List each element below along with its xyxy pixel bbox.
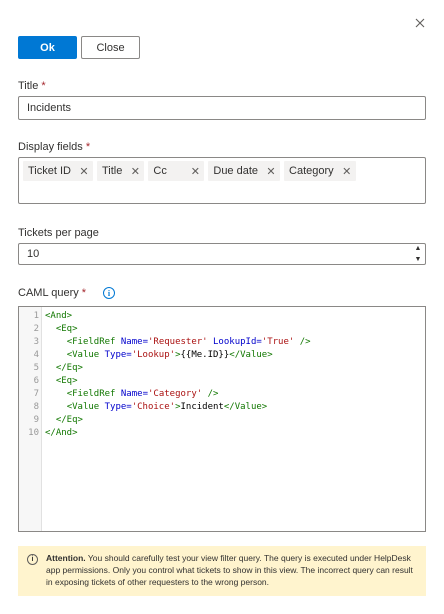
code-token: </Eq>	[55, 415, 83, 425]
code-token: 'Choice'	[131, 402, 176, 412]
code-token: <Value	[66, 402, 100, 412]
field-chip: Cc ✕	[148, 161, 205, 181]
spin-up-icon[interactable]: ▲	[415, 245, 422, 252]
remove-chip-icon[interactable]: ✕	[126, 165, 144, 178]
line-number: 9	[33, 415, 39, 425]
code-token: Incident	[180, 402, 224, 412]
number-spinner[interactable]: ▲ ▼	[411, 244, 425, 264]
remove-chip-icon[interactable]: ✕	[75, 165, 93, 178]
code-token: 'True'	[261, 337, 295, 347]
field-chip: Due date ✕	[208, 161, 281, 181]
caml-query-label: CAML query *	[18, 287, 86, 299]
code-line: 9 </Eq>	[19, 414, 83, 427]
info-circle-icon: i	[27, 554, 38, 565]
title-input[interactable]: Incidents	[18, 96, 426, 120]
field-chip: Category ✕	[284, 161, 356, 181]
code-token: LookupId=	[213, 337, 262, 347]
close-button[interactable]: Close	[81, 36, 140, 59]
remove-chip-icon[interactable]: ✕	[338, 165, 356, 178]
field-chip-label: Category	[289, 165, 334, 177]
tickets-per-page-value: 10	[27, 248, 40, 260]
line-number: 3	[33, 337, 39, 347]
close-dialog-icon[interactable]	[410, 13, 430, 33]
line-number: 10	[28, 428, 39, 438]
warning-text: You should carefully test your view filt…	[46, 553, 413, 587]
remove-chip-icon[interactable]: ✕	[262, 165, 280, 178]
code-token: Type=	[104, 402, 132, 412]
code-line: 5 </Eq>	[19, 362, 83, 375]
code-token: Type=	[104, 350, 132, 360]
code-token: <And>	[45, 311, 73, 321]
code-token: 'Lookup'	[131, 350, 176, 360]
code-line: 6 <Eq>	[19, 375, 78, 388]
line-number: 5	[33, 363, 39, 373]
spin-down-icon[interactable]: ▼	[415, 256, 422, 263]
required-marker: *	[85, 141, 91, 153]
title-label: Title *	[18, 80, 46, 92]
code-token: <FieldRef	[66, 337, 116, 347]
line-number: 7	[33, 389, 39, 399]
code-token: Name=	[120, 389, 148, 399]
required-marker: *	[41, 80, 46, 92]
display-fields-label-text: Display fields	[18, 141, 83, 153]
line-number: 8	[33, 402, 39, 412]
line-number: 1	[33, 311, 39, 321]
line-number: 6	[33, 376, 39, 386]
title-label-text: Title	[18, 80, 39, 92]
line-number: 2	[33, 324, 39, 334]
code-token: />	[207, 389, 219, 399]
code-line: 7 <FieldRef Name='Category' />	[19, 388, 219, 401]
tickets-per-page-label: Tickets per page	[18, 227, 99, 239]
field-chip-label: Title	[102, 165, 123, 177]
code-token: </And>	[45, 428, 78, 438]
line-number: 4	[33, 350, 39, 360]
code-token: />	[299, 337, 311, 347]
code-token: <Value	[66, 350, 100, 360]
code-token: <Eq>	[55, 324, 78, 334]
remove-chip-icon[interactable]: ✕	[186, 165, 204, 178]
code-line: 4 <Value Type='Lookup'>{{Me.ID}}</Value>	[19, 349, 273, 362]
code-token: 'Category'	[147, 389, 203, 399]
code-line: 1 <And>	[19, 310, 73, 323]
code-line: 2 <Eq>	[19, 323, 78, 336]
caml-query-editor[interactable]: 1 <And> 2 <Eq> 3 <FieldRef Name='Requeste…	[18, 306, 426, 532]
code-token: 'Requester'	[147, 337, 208, 347]
code-token: {{Me.ID}}	[180, 350, 230, 360]
field-chip-label: Due date	[213, 165, 259, 177]
display-fields-label: Display fields *	[18, 141, 90, 153]
code-token: </Value>	[229, 350, 273, 360]
required-marker: *	[81, 287, 87, 299]
caml-query-label-text: CAML query	[18, 287, 79, 299]
code-line: 3 <FieldRef Name='Requester' LookupId='T…	[19, 336, 311, 349]
field-chip: Title ✕	[97, 161, 145, 181]
code-line: 10 </And>	[19, 427, 78, 440]
title-input-value: Incidents	[27, 102, 72, 114]
attention-message-bar: i Attention. You should carefully test y…	[18, 546, 426, 596]
ok-button[interactable]: Ok	[18, 36, 77, 59]
code-token: <FieldRef	[66, 389, 116, 399]
field-chip: Ticket ID ✕	[23, 161, 93, 181]
code-token: <Eq>	[55, 376, 78, 386]
display-fields-picker[interactable]: Ticket ID ✕ Title ✕ Cc ✕ Due date ✕ Category…	[18, 157, 426, 204]
code-token: </Eq>	[55, 363, 83, 373]
tickets-per-page-input[interactable]: 10 ▲ ▼	[18, 243, 426, 265]
warning-title: Attention.	[46, 553, 86, 563]
field-chip-label: Cc	[153, 165, 167, 177]
code-line: 8 <Value Type='Choice'>Incident</Value>	[19, 401, 268, 414]
info-icon[interactable]: i	[103, 287, 115, 299]
code-token: </Value>	[223, 402, 268, 412]
field-chip-label: Ticket ID	[28, 165, 71, 177]
code-token: Name=	[120, 337, 148, 347]
